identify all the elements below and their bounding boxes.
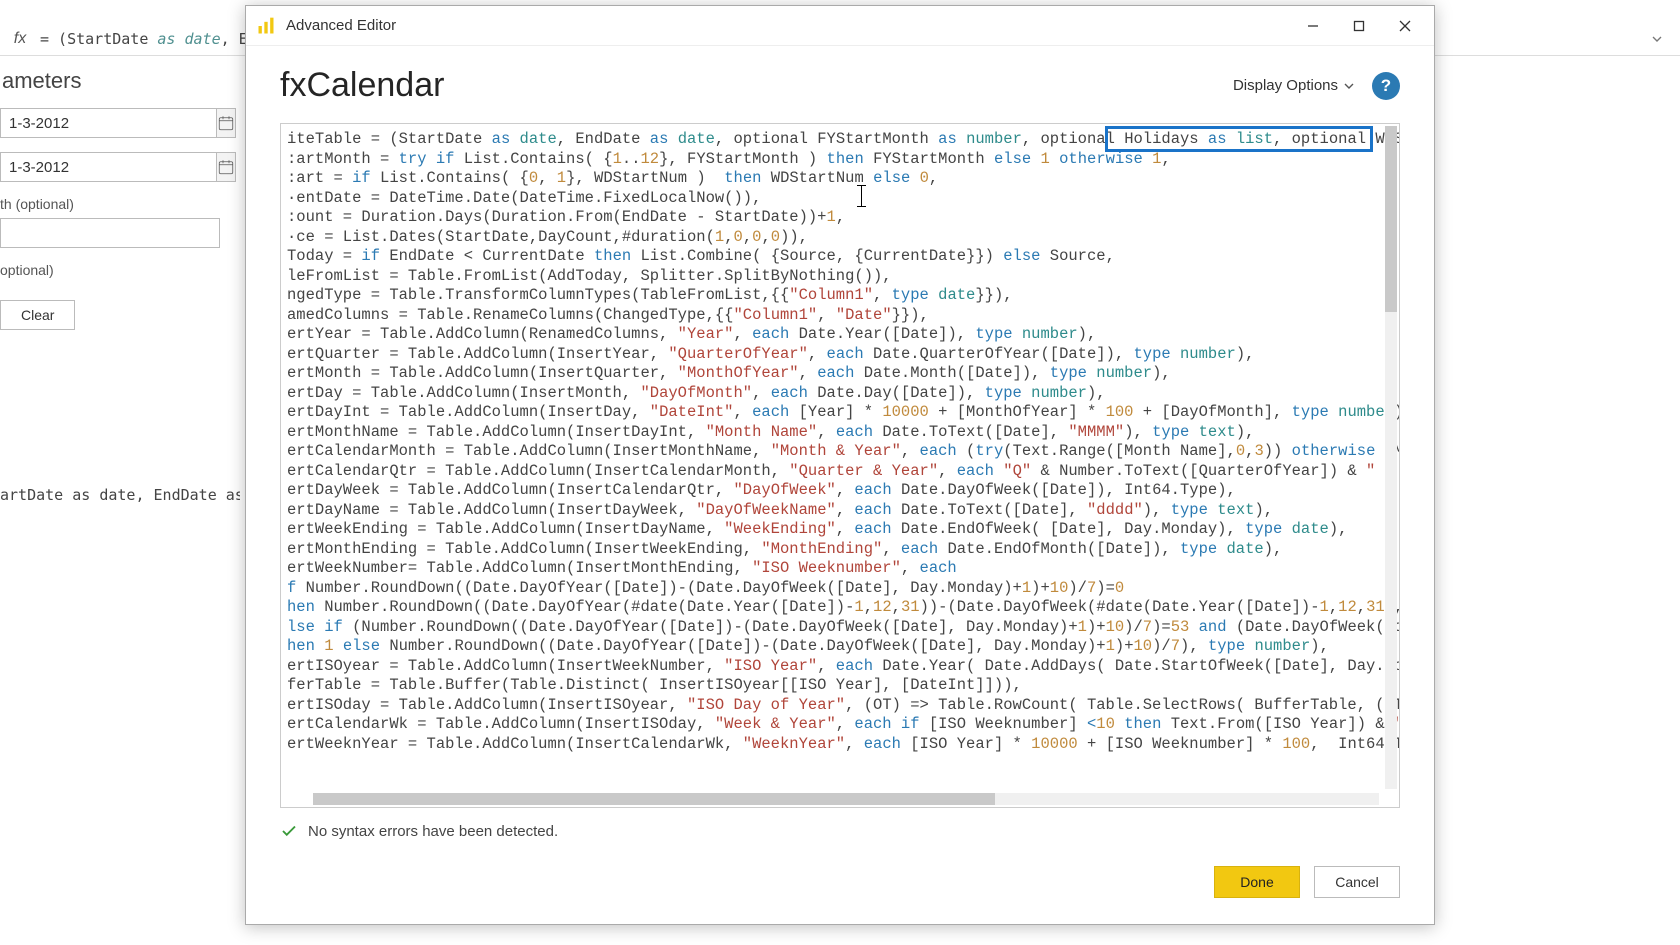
done-button[interactable]: Done xyxy=(1214,866,1300,898)
code-editor[interactable]: iteTable = (StartDate as date, EndDate a… xyxy=(281,124,1399,807)
code-line: ferTable = Table.Buffer(Table.Distinct( … xyxy=(287,676,1399,696)
status-text: No syntax errors have been detected. xyxy=(308,823,558,840)
code-line: ertQuarter = Table.AddColumn(InsertYear,… xyxy=(287,345,1399,365)
check-icon xyxy=(280,822,298,840)
param-label-month: th (optional) xyxy=(0,196,220,212)
code-line: ·ce = List.Dates(StartDate,DayCount,#dur… xyxy=(287,228,1399,248)
code-line: hen Number.RoundDown((Date.DayOfYear(#da… xyxy=(287,598,1399,618)
code-line: ertISOday = Table.AddColumn(InsertISOyea… xyxy=(287,696,1399,716)
page-title: fxCalendar xyxy=(280,66,444,105)
code-line: ertYear = Table.AddColumn(RenamedColumns… xyxy=(287,325,1399,345)
code-line: Today = if EndDate < CurrentDate then Li… xyxy=(287,247,1399,267)
code-line: ertDayName = Table.AddColumn(InsertDayWe… xyxy=(287,501,1399,521)
chevron-down-icon xyxy=(1344,81,1354,91)
formula-expand-button[interactable] xyxy=(1646,28,1668,50)
code-line: ertMonthEnding = Table.AddColumn(InsertW… xyxy=(287,540,1399,560)
function-signature-preview: artDate as date, EndDate as c xyxy=(0,486,240,504)
code-line: ertMonthName = Table.AddColumn(InsertDay… xyxy=(287,423,1399,443)
window-title: Advanced Editor xyxy=(286,17,396,34)
code-line: :ount = Duration.Days(Duration.From(EndD… xyxy=(287,208,1399,228)
start-date-field[interactable] xyxy=(0,108,217,138)
minimize-button[interactable] xyxy=(1290,8,1336,44)
code-line: leFromList = Table.FromList(AddToday, Sp… xyxy=(287,267,1399,287)
param-label-optional: optional) xyxy=(0,262,220,278)
formula-text: = (StartDate as date, En xyxy=(40,30,257,48)
syntax-status: No syntax errors have been detected. xyxy=(280,822,1400,840)
code-line: ertDay = Table.AddColumn(InsertMonth, "D… xyxy=(287,384,1399,404)
calendar-icon[interactable] xyxy=(217,108,236,138)
code-line: :art = if List.Contains( {0, 1}, WDStart… xyxy=(287,169,1399,189)
code-line: iteTable = (StartDate as date, EndDate a… xyxy=(287,130,1399,150)
code-line: ertMonth = Table.AddColumn(InsertQuarter… xyxy=(287,364,1399,384)
code-line: ngedType = Table.TransformColumnTypes(Ta… xyxy=(287,286,1399,306)
code-line: ·entDate = DateTime.Date(DateTime.FixedL… xyxy=(287,189,1399,209)
vertical-scrollbar[interactable] xyxy=(1385,126,1397,789)
code-line: ertWeeknYear = Table.AddColumn(InsertCal… xyxy=(287,735,1399,755)
cancel-button[interactable]: Cancel xyxy=(1314,866,1400,898)
horizontal-scrollbar[interactable] xyxy=(313,793,1379,805)
display-options-dropdown[interactable]: Display Options xyxy=(1233,77,1354,94)
code-line: :artMonth = try if List.Contains( {1..12… xyxy=(287,150,1399,170)
close-button[interactable] xyxy=(1382,8,1428,44)
code-line: f Number.RoundDown((Date.DayOfYear([Date… xyxy=(287,579,1399,599)
title-bar: Advanced Editor xyxy=(246,6,1434,46)
calendar-icon[interactable] xyxy=(217,152,236,182)
advanced-editor-dialog: Advanced Editor fxCalendar Display Optio… xyxy=(245,5,1435,925)
code-line: hen 1 else Number.RoundDown((Date.DayOfY… xyxy=(287,637,1399,657)
code-line: ertCalendarQtr = Table.AddColumn(InsertC… xyxy=(287,462,1399,482)
maximize-button[interactable] xyxy=(1336,8,1382,44)
month-field[interactable] xyxy=(0,218,220,248)
code-line: lse if (Number.RoundDown((Date.DayOfYear… xyxy=(287,618,1399,638)
code-line: amedColumns = Table.RenameColumns(Change… xyxy=(287,306,1399,326)
code-line: ertWeekNumber= Table.AddColumn(InsertMon… xyxy=(287,559,1399,579)
code-line: ertCalendarMonth = Table.AddColumn(Inser… xyxy=(287,442,1399,462)
code-line: ertWeekEnding = Table.AddColumn(InsertDa… xyxy=(287,520,1399,540)
help-icon[interactable]: ? xyxy=(1372,72,1400,100)
parameters-heading: ameters xyxy=(0,56,220,108)
clear-button[interactable]: Clear xyxy=(0,300,75,330)
code-line: ertDayWeek = Table.AddColumn(InsertCalen… xyxy=(287,481,1399,501)
code-line: ertISOyear = Table.AddColumn(InsertWeekN… xyxy=(287,657,1399,677)
fx-icon: fx xyxy=(0,30,40,48)
code-line: ertDayInt = Table.AddColumn(InsertDay, "… xyxy=(287,403,1399,423)
powerbi-logo-icon xyxy=(256,16,276,36)
code-line: ertCalendarWk = Table.AddColumn(InsertIS… xyxy=(287,715,1399,735)
end-date-field[interactable] xyxy=(0,152,217,182)
